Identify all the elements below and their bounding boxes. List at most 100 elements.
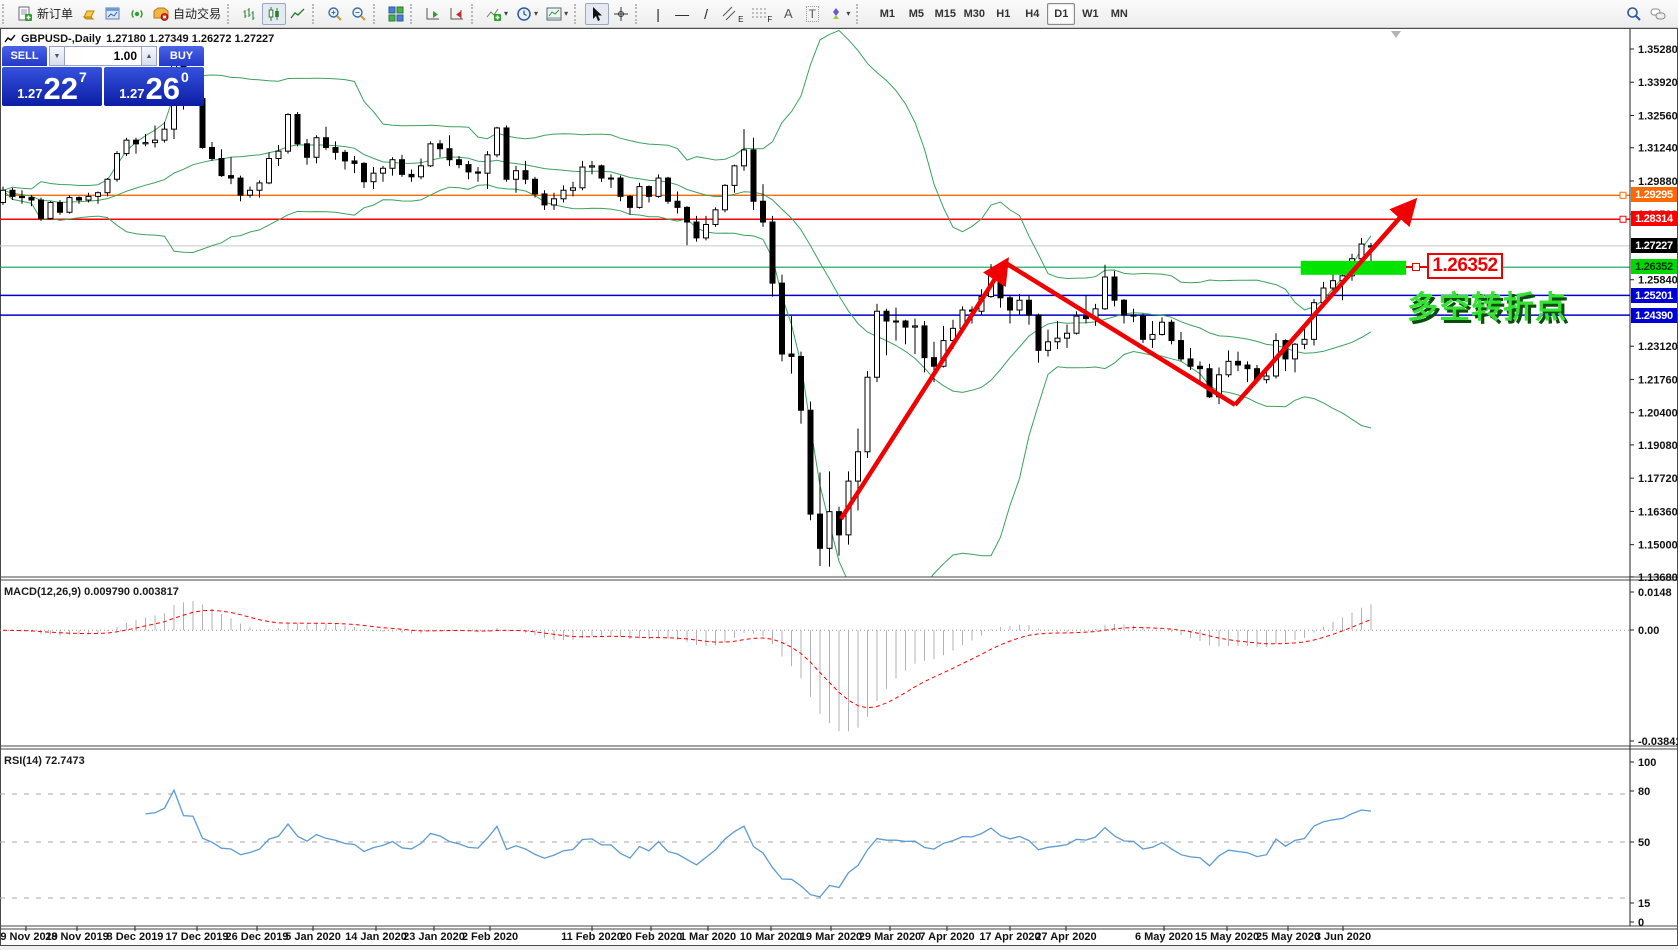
signal-icon (129, 6, 145, 22)
volume-stepper: ▼ 1.00 ▲ (49, 46, 157, 66)
volume-increase-button[interactable]: ▲ (141, 46, 157, 66)
crosshair-tool-button[interactable] (609, 3, 633, 25)
sell-price-button[interactable]: 1.27 22 7 (2, 67, 102, 106)
periods-button[interactable]: ▾ (512, 3, 542, 25)
svg-text:0.0148: 0.0148 (1638, 587, 1672, 599)
sell-tab[interactable]: SELL (2, 46, 47, 66)
symbol-title: GBPUSD-,Daily (21, 33, 101, 45)
templates-button[interactable]: ▾ (542, 3, 572, 25)
tile-windows-button[interactable] (384, 3, 408, 25)
chart-shift-marker[interactable] (1391, 31, 1401, 38)
tab-timeframe-m30[interactable]: M30 (960, 3, 988, 25)
fibonacci-tool-button[interactable]: F (747, 3, 776, 25)
svg-text:6 May 2020: 6 May 2020 (1135, 931, 1193, 943)
bar-chart-mode-button[interactable] (238, 3, 262, 25)
tab-timeframe-d1[interactable]: D1 (1047, 3, 1075, 25)
zoom-in-button[interactable] (323, 3, 347, 25)
svg-text:27 Apr 2020: 27 Apr 2020 (1035, 931, 1096, 943)
svg-text:1.25840: 1.25840 (1638, 275, 1678, 287)
svg-text:8 Dec 2019: 8 Dec 2019 (107, 931, 164, 943)
svg-text:1 Mar 2020: 1 Mar 2020 (680, 931, 736, 943)
zoom-out-icon (351, 6, 367, 22)
bar-chart-icon (242, 6, 258, 22)
market-watch-button[interactable] (77, 3, 101, 25)
chart-canvas[interactable]: 1.352801.339201.325601.312401.298801.285… (0, 0, 1678, 950)
line-chart-mode-button[interactable] (286, 3, 310, 25)
svg-text:1.31240: 1.31240 (1638, 143, 1678, 155)
buy-price-button[interactable]: 1.27 26 0 (104, 67, 204, 106)
label-tool-icon: T (806, 6, 819, 22)
tab-timeframe-m1[interactable]: M1 (873, 3, 901, 25)
new-order-button[interactable]: 新订单 (13, 3, 77, 25)
tile-windows-icon (388, 6, 404, 22)
price-tag-resistance-upper[interactable]: 1.29295 (1631, 187, 1677, 202)
zoom-out-button[interactable] (347, 3, 371, 25)
price-tag-pivot[interactable]: 1.26352 (1631, 259, 1677, 274)
chart-window-icon (105, 6, 121, 22)
signals-button[interactable] (125, 3, 149, 25)
chat-button[interactable] (1646, 3, 1670, 25)
auto-scroll-button[interactable] (421, 3, 445, 25)
chart-shift-icon (449, 6, 465, 22)
chart-shift-button[interactable] (445, 3, 469, 25)
hline-tool-button[interactable]: — (670, 3, 694, 25)
label-tool-button[interactable]: T (800, 3, 824, 25)
svg-text:100: 100 (1638, 757, 1656, 769)
channel-label: E (738, 15, 743, 24)
svg-text:11 Feb 2020: 11 Feb 2020 (561, 931, 623, 943)
svg-text:15 May 2020: 15 May 2020 (1195, 931, 1259, 943)
auto-scroll-icon (425, 6, 441, 22)
tab-timeframe-h1[interactable]: H1 (989, 3, 1017, 25)
price-callout-box[interactable]: 1.26352 (1427, 253, 1503, 279)
indicators-button[interactable]: ▾ (482, 3, 512, 25)
toolbar-grip (856, 4, 865, 24)
toolbar-grip (227, 4, 236, 24)
svg-text:1.20400: 1.20400 (1638, 408, 1678, 420)
tab-timeframe-mn[interactable]: MN (1105, 3, 1133, 25)
toolbar-grip (574, 4, 583, 24)
cursor-tool-button[interactable] (585, 3, 609, 25)
callout-handle[interactable] (1412, 263, 1420, 271)
auto-trading-icon (153, 6, 169, 22)
shapes-tool-button[interactable]: ▾ (824, 3, 854, 25)
svg-text:80: 80 (1638, 786, 1650, 798)
text-tool-button[interactable]: A (776, 3, 800, 25)
price-tag-support-lower[interactable]: 1.24390 (1631, 308, 1677, 323)
svg-text:1.33920: 1.33920 (1638, 77, 1678, 89)
hline-icon: — (675, 6, 689, 22)
vline-tool-button[interactable]: | (646, 3, 670, 25)
tab-timeframe-w1[interactable]: W1 (1076, 3, 1104, 25)
svg-text:29 Mar 2020: 29 Mar 2020 (859, 931, 921, 943)
tab-timeframe-h4[interactable]: H4 (1018, 3, 1046, 25)
symbol-icon (4, 34, 16, 44)
svg-text:14 Jan 2020: 14 Jan 2020 (345, 931, 407, 943)
toolbar-grip (312, 4, 321, 24)
candlestick-mode-button[interactable] (262, 3, 286, 25)
price-tag-support-upper[interactable]: 1.25201 (1631, 288, 1677, 303)
svg-text:1.19080: 1.19080 (1638, 440, 1678, 452)
channel-tool-button[interactable]: E (718, 3, 747, 25)
tab-timeframe-m15[interactable]: M15 (931, 3, 959, 25)
sell-price-pip: 7 (79, 69, 87, 85)
tab-timeframe-m5[interactable]: M5 (902, 3, 930, 25)
svg-text:1.32560: 1.32560 (1638, 110, 1678, 122)
auto-trading-button[interactable]: 自动交易 (149, 3, 225, 25)
search-button[interactable] (1622, 3, 1646, 25)
svg-text:26 Dec 2019: 26 Dec 2019 (226, 931, 289, 943)
price-tag-resistance-lower[interactable]: 1.28314 (1631, 211, 1677, 226)
toolbar-grip (2, 4, 11, 24)
buy-tab[interactable]: BUY (159, 46, 204, 66)
volume-decrease-button[interactable]: ▼ (49, 46, 65, 66)
templates-caret-icon: ▾ (564, 9, 568, 18)
shapes-caret-icon: ▾ (846, 9, 850, 18)
toolbar-grip (635, 4, 644, 24)
turning-point-annotation[interactable]: 多空转折点 (1407, 282, 1567, 327)
new-order-label: 新订单 (37, 5, 73, 22)
charts-window-button[interactable] (101, 3, 125, 25)
trendline-tool-button[interactable]: / (694, 3, 718, 25)
main-toolbar: 新订单 自动交易 ▾ ▾ (0, 0, 1678, 28)
svg-text:2 Feb 2020: 2 Feb 2020 (462, 931, 518, 943)
volume-input[interactable]: 1.00 (65, 46, 141, 66)
sell-price-prefix: 1.27 (17, 86, 42, 101)
channel-icon (722, 6, 738, 22)
